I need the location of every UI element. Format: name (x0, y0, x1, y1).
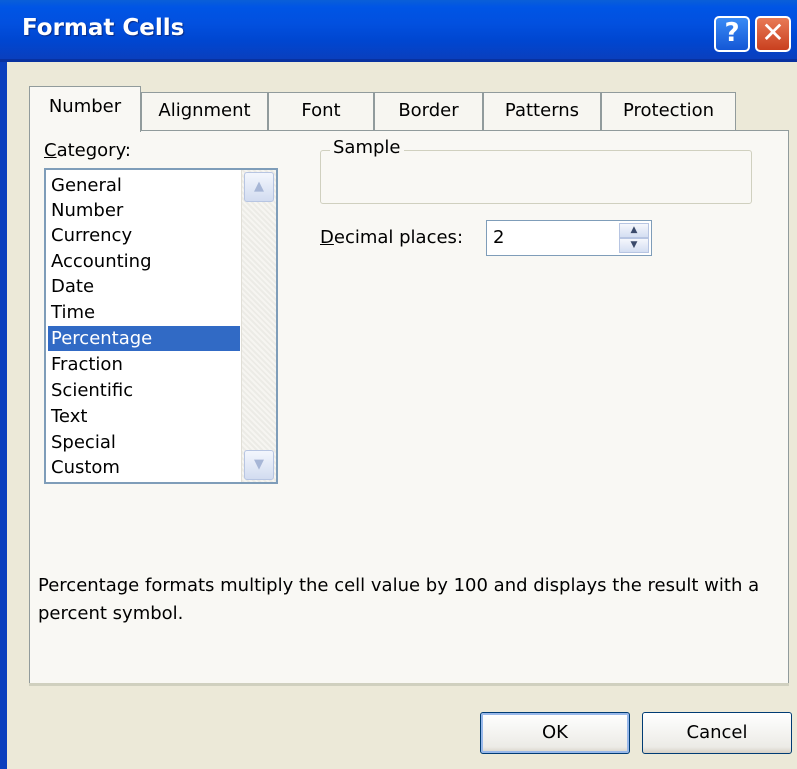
decimal-places-spinner[interactable]: 2 ▲ ▼ (486, 220, 652, 256)
sample-group (320, 150, 752, 204)
scroll-down-button[interactable]: ▼ (244, 450, 274, 480)
list-item-currency[interactable]: Currency (48, 223, 240, 248)
list-item-custom[interactable]: Custom (48, 455, 240, 480)
ok-button[interactable]: OK (480, 712, 630, 754)
format-description: Percentage formats multiply the cell val… (38, 575, 760, 624)
list-item-date[interactable]: Date (48, 274, 240, 299)
spin-down-button[interactable]: ▼ (619, 238, 649, 253)
scroll-up-button[interactable]: ▲ (244, 172, 274, 202)
tab-label: Number (48, 96, 122, 117)
tab-label: Patterns (504, 100, 580, 121)
list-item-number[interactable]: Number (48, 198, 240, 223)
decimal-places-label: Decimal places: (320, 227, 464, 248)
close-icon: ✕ (761, 16, 785, 49)
help-icon: ? (724, 18, 740, 48)
title-bar: Format Cells ? ✕ (0, 0, 797, 62)
tab-protection[interactable]: Protection (601, 92, 736, 130)
spin-down-icon: ▼ (630, 240, 638, 250)
scroll-up-icon: ▲ (254, 179, 264, 194)
tab-label: Border (398, 100, 459, 121)
list-item-fraction[interactable]: Fraction (48, 352, 240, 377)
tab-label: Alignment (158, 100, 251, 121)
list-item-special[interactable]: Special (48, 430, 240, 455)
list-item-general[interactable]: General (48, 173, 240, 198)
close-button[interactable]: ✕ (755, 16, 791, 52)
list-item-percentage[interactable]: Percentage (48, 326, 240, 351)
spin-up-icon: ▲ (630, 225, 638, 235)
scroll-down-icon: ▼ (254, 457, 264, 472)
category-scrollbar[interactable]: ▲ ▼ (241, 170, 276, 482)
decimal-places-value[interactable]: 2 (493, 227, 504, 248)
list-item-text[interactable]: Text (48, 404, 240, 429)
category-listbox[interactable]: General Number Currency Accounting Date … (44, 168, 278, 484)
list-item-time[interactable]: Time (48, 300, 240, 325)
tab-font[interactable]: Font (268, 92, 374, 130)
list-item-scientific[interactable]: Scientific (48, 378, 240, 403)
tab-border[interactable]: Border (374, 92, 483, 130)
sample-legend: Sample (330, 137, 404, 158)
list-item-accounting[interactable]: Accounting (48, 249, 240, 274)
category-label: Category: (44, 140, 131, 161)
window-title: Format Cells (22, 15, 185, 41)
tab-patterns[interactable]: Patterns (483, 92, 601, 130)
tab-alignment[interactable]: Alignment (141, 92, 268, 130)
tab-label: Protection (622, 100, 715, 121)
spin-up-button[interactable]: ▲ (619, 223, 649, 238)
cancel-button[interactable]: Cancel (642, 712, 792, 754)
help-button[interactable]: ? (714, 16, 750, 52)
tab-number[interactable]: Number (29, 86, 141, 132)
tab-label: Font (301, 100, 341, 121)
panel-shadow (29, 683, 789, 686)
window-border (0, 62, 7, 769)
